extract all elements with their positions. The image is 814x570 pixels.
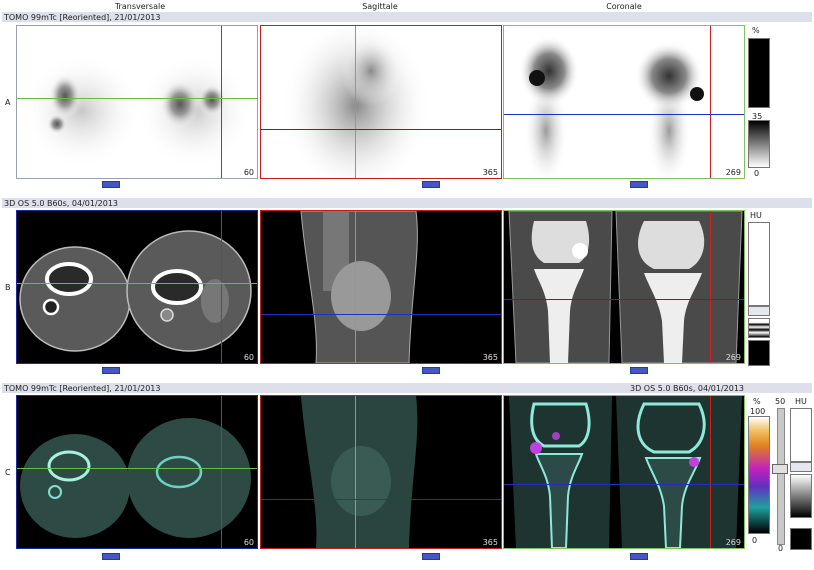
scrollbar-thumb-b-coronale[interactable] [630, 367, 648, 374]
hu-bar-window[interactable] [790, 462, 812, 472]
crosshair-vertical [355, 26, 356, 178]
slice-number: 269 [725, 353, 741, 362]
viewport-a-transversale[interactable]: 60 [16, 25, 258, 179]
hu-bar-window[interactable] [748, 306, 770, 316]
slice-number: 269 [725, 168, 741, 177]
window-slider-thumb[interactable] [772, 464, 788, 474]
row-c-letter: C [5, 468, 11, 477]
crosshair-vertical [710, 26, 711, 178]
window-slider-track[interactable] [777, 408, 785, 545]
scale-unit-percent: % [752, 26, 760, 35]
scrollbar-thumb-b-transversale[interactable] [102, 367, 120, 374]
viewport-b-sagittale[interactable]: 365 [260, 210, 502, 364]
crosshair-horizontal [504, 114, 744, 115]
window-zero-value: 0 [778, 544, 784, 553]
slice-number: 365 [482, 538, 498, 547]
pet-coronal-image [519, 36, 704, 178]
fusion-sagittal-image [301, 396, 418, 548]
crosshair-vertical [221, 26, 222, 178]
scale-unit-hu: HU [795, 397, 807, 406]
scale-min-value: 0 [752, 536, 758, 545]
crosshair-horizontal [17, 468, 257, 469]
fusion-coronal-image [509, 396, 742, 548]
viewport-b-transversale[interactable]: 60 [16, 210, 258, 364]
viewport-c-transversale[interactable]: 60 [16, 395, 258, 549]
row-c-header-right: 3D OS 5.0 B60s, 04/01/2013 [630, 384, 745, 393]
hu-bar-lower [748, 340, 770, 366]
slice-number: 365 [482, 168, 498, 177]
crosshair-horizontal [504, 484, 744, 485]
slice-number: 365 [482, 353, 498, 362]
scrollbar-thumb-b-sagittale[interactable] [422, 367, 440, 374]
crosshair-vertical [710, 211, 711, 363]
scrollbar-thumb-c-transversale[interactable] [102, 553, 120, 560]
slice-number: 60 [243, 353, 254, 362]
scrollbar-thumb-c-sagittale[interactable] [422, 553, 440, 560]
row-b-header: 3D OS 5.0 B60s, 04/01/2013 [4, 199, 119, 208]
column-header-sagittale: Sagittale [362, 2, 398, 11]
column-header-coronale: Coronale [606, 2, 642, 11]
slice-number: 60 [243, 538, 254, 547]
pet-sagittal-image [281, 26, 431, 178]
crosshair-horizontal [261, 314, 501, 315]
crosshair-vertical [221, 211, 222, 363]
scrollbar-thumb-a-sagittale[interactable] [422, 181, 440, 188]
scale-unit-hu: HU [750, 211, 762, 220]
hu-bar-upper [748, 222, 770, 306]
row-b-header-strip [2, 198, 812, 208]
grayscale-bar-upper [748, 38, 770, 108]
row-b-letter: B [5, 283, 11, 292]
crosshair-horizontal [261, 499, 501, 500]
crosshair-vertical [221, 396, 222, 548]
viewport-b-coronale[interactable]: 269 [503, 210, 745, 364]
crosshair-horizontal [504, 299, 744, 300]
crosshair-horizontal [17, 283, 257, 284]
column-header-transversale: Transversale [114, 2, 166, 11]
crosshair-horizontal [261, 129, 501, 130]
slice-number: 60 [243, 168, 254, 177]
viewport-c-sagittale[interactable]: 365 [260, 395, 502, 549]
color-scale-bar[interactable] [748, 416, 770, 534]
ct-coronal-image [508, 211, 743, 363]
crosshair-vertical [710, 396, 711, 548]
crosshair-vertical [355, 211, 356, 363]
hu-bar-upper [790, 408, 812, 462]
window-mid-value: 50 [775, 397, 786, 406]
viewport-a-coronale[interactable]: 269 [503, 25, 745, 179]
crosshair-vertical [355, 396, 356, 548]
scrollbar-thumb-a-transversale[interactable] [102, 181, 120, 188]
slice-number: 269 [725, 538, 741, 547]
hu-bar-gradient[interactable] [790, 474, 812, 518]
viewport-a-sagittale[interactable]: 365 [260, 25, 502, 179]
scrollbar-thumb-a-coronale[interactable] [630, 181, 648, 188]
row-a-header: TOMO 99mTc [Reoriented], 21/01/2013 [4, 13, 161, 22]
scale-min-value: 0 [754, 169, 760, 178]
scale-unit-percent: % [753, 397, 761, 406]
grayscale-bar-gradient[interactable] [748, 120, 770, 168]
scale-max-value: 100 [750, 407, 766, 416]
hu-bar-lower [790, 528, 812, 550]
hu-bar-gradient[interactable] [748, 318, 770, 338]
row-c-header-left: TOMO 99mTc [Reoriented], 21/01/2013 [4, 384, 161, 393]
ct-sagittal-image [300, 211, 418, 363]
viewport-c-coronale[interactable]: 269 [503, 395, 745, 549]
crosshair-horizontal [17, 98, 257, 99]
scrollbar-thumb-c-coronale[interactable] [630, 553, 648, 560]
row-a-letter: A [5, 98, 11, 107]
